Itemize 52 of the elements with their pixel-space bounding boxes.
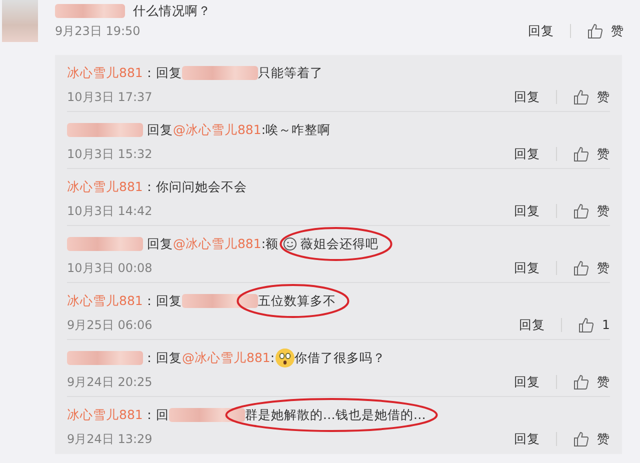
reply-text: ：回复 bbox=[143, 348, 182, 367]
reply-text: : bbox=[270, 348, 275, 367]
reply-text: 只能等着了 bbox=[258, 64, 323, 80]
thumbs-up-icon[interactable] bbox=[573, 89, 589, 106]
reply-text: 你借了很多吗？ bbox=[294, 350, 386, 365]
reply-link[interactable]: 回复 bbox=[514, 430, 540, 449]
reply-time: 9月24日 13:29 bbox=[67, 431, 152, 448]
like-link[interactable]: 赞 bbox=[597, 202, 610, 221]
reply-time: 10月3日 17:37 bbox=[67, 89, 152, 106]
reply-text: 五位数算多不 bbox=[258, 292, 336, 308]
reply-text: :唉～咋整啊 bbox=[261, 122, 331, 137]
reply-time: 9月24日 20:25 bbox=[67, 374, 152, 392]
surprised-emoji-icon bbox=[274, 348, 295, 368]
thumbs-up-icon[interactable] bbox=[587, 23, 603, 40]
reply-text: ：你问问她会不会 bbox=[142, 178, 247, 194]
reply-time: 9月25日 06:06 bbox=[67, 317, 152, 334]
like-link[interactable]: 赞 bbox=[597, 145, 610, 164]
reply-time: 10月3日 00:08 bbox=[67, 260, 152, 278]
thumbs-up-icon[interactable] bbox=[573, 203, 589, 220]
comment-time: 9月23日 19:50 bbox=[55, 23, 140, 40]
like-link[interactable]: 赞 bbox=[597, 430, 610, 449]
smiley-emoji-icon bbox=[282, 237, 297, 251]
reply-text: 群是她解散的…钱也是她借的… bbox=[244, 406, 426, 422]
comment-text: 什么情况啊？ bbox=[133, 2, 211, 20]
reply-link[interactable]: 回复 bbox=[514, 259, 540, 278]
reply-text: ：回 bbox=[142, 406, 169, 424]
reply-link[interactable]: 回复 bbox=[519, 316, 546, 335]
reply-text: 薇姐会还得吧 bbox=[300, 236, 379, 251]
reply-link[interactable]: 回复 bbox=[514, 373, 540, 392]
reply-link[interactable]: 回复 bbox=[514, 88, 540, 107]
thumbs-up-icon[interactable] bbox=[573, 431, 589, 448]
reply-link[interactable]: 回复 bbox=[514, 145, 540, 164]
like-link[interactable]: 赞 bbox=[597, 88, 610, 107]
like-link[interactable]: 赞 bbox=[611, 22, 624, 41]
reply-text: ：回复 bbox=[142, 292, 182, 310]
reply-time: 10月3日 15:32 bbox=[67, 146, 152, 164]
reply-link[interactable]: 回复 bbox=[514, 202, 540, 221]
thumbs-up-icon[interactable] bbox=[578, 317, 594, 334]
like-link[interactable]: 赞 bbox=[597, 373, 610, 392]
like-link[interactable]: 1 bbox=[602, 316, 610, 335]
reply-text: ：回复 bbox=[142, 64, 182, 82]
reply-link[interactable]: 回复 bbox=[528, 22, 554, 41]
thumbs-up-icon[interactable] bbox=[573, 374, 589, 390]
like-link[interactable]: 赞 bbox=[597, 259, 610, 278]
reply-time: 10月3日 14:42 bbox=[67, 203, 152, 220]
reply-text: 回复 bbox=[146, 234, 173, 253]
reply-text: 回复 bbox=[146, 120, 173, 139]
blurred-name bbox=[55, 4, 125, 18]
blurred-avatar bbox=[2, 0, 38, 42]
thumbs-up-icon[interactable] bbox=[573, 146, 589, 162]
reply-text: :额 bbox=[261, 234, 279, 253]
thumbs-up-icon[interactable] bbox=[573, 260, 589, 276]
